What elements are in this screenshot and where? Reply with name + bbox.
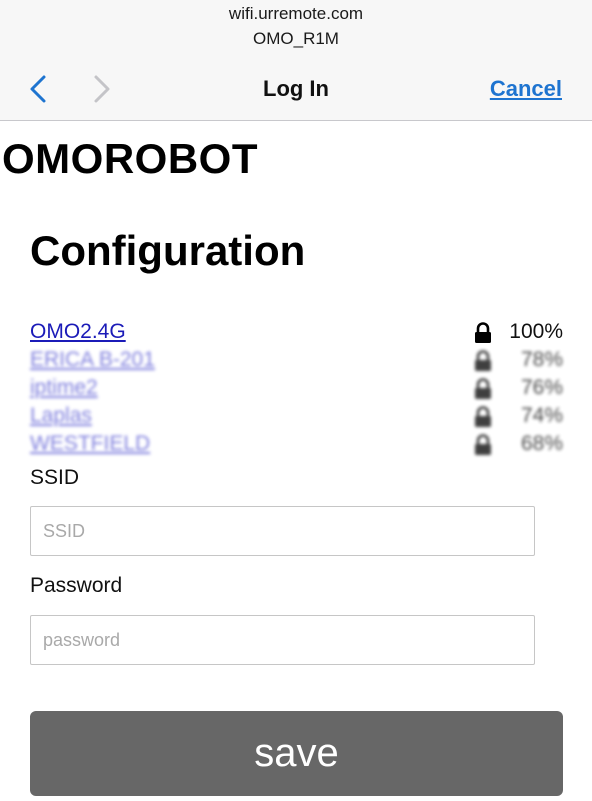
lock-icon [475,378,491,399]
network-ssid-link[interactable]: OMO2.4G [30,318,126,346]
lock-icon [475,350,491,371]
network-ssid-link[interactable]: ERICA B-201 [30,346,155,374]
password-label: Password [30,574,123,597]
network-row: WESTFIELD 68% [30,430,563,458]
lock-icon [475,406,491,427]
ssid-label: SSID [30,466,80,489]
signal-strength: 68% [520,432,563,455]
network-row: Laplas 74% [30,402,563,430]
page-subtitle: OMO_R1M [253,29,339,48]
save-button[interactable]: save [30,711,563,796]
lock-icon [475,322,491,343]
cancel-button[interactable]: Cancel [490,76,562,102]
signal-strength: 76% [520,376,563,399]
ssid-input[interactable] [30,506,535,556]
url-text: wifi.urremote.com [228,4,364,23]
network-ssid-link[interactable]: Laplas [30,402,92,430]
network-ssid-link[interactable]: iptime2 [30,374,98,402]
signal-strength: 74% [520,404,563,427]
password-input[interactable] [30,615,535,665]
browser-toolbar: wifi.urremote.com OMO_R1M Log In Cancel [0,0,592,121]
page-heading: Configuration [30,227,306,274]
brand-title: OMOROBOT [2,135,258,182]
signal-strength: 78% [520,348,563,371]
chevron-right-icon[interactable] [90,74,112,104]
network-row: iptime2 76% [30,374,563,402]
signal-strength: 100% [509,320,563,343]
network-row: OMO2.4G 100% [30,318,563,346]
network-list: OMO2.4G 100% ERICA B-201 78% iptime2 76%… [30,318,563,458]
chevron-left-icon[interactable] [28,74,50,104]
lock-icon [475,434,491,455]
network-ssid-link[interactable]: WESTFIELD [30,430,150,458]
network-row: ERICA B-201 78% [30,346,563,374]
